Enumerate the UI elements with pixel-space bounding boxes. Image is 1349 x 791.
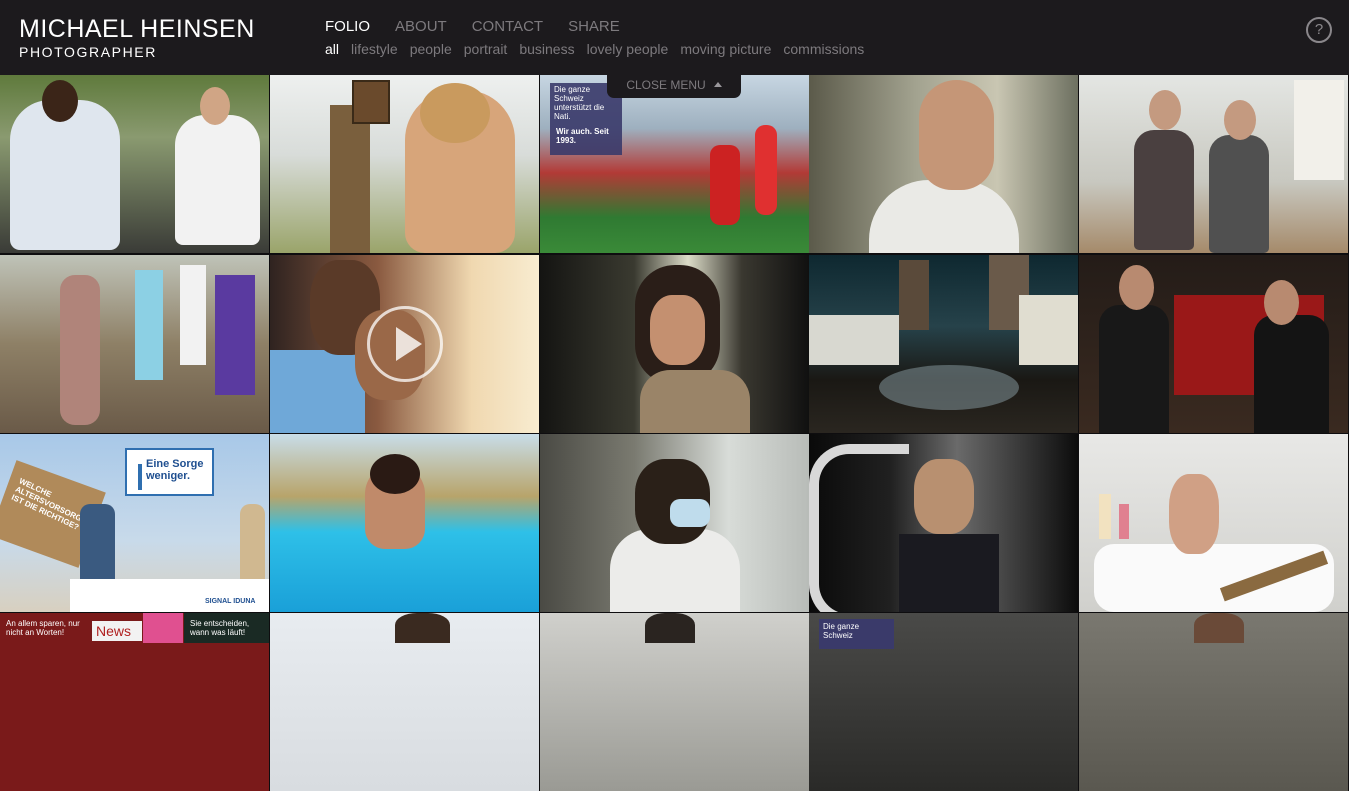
help-icon[interactable]: ? — [1306, 17, 1332, 43]
brand-subtitle: PHOTOGRAPHER — [19, 44, 157, 60]
category-people[interactable]: people — [410, 41, 452, 57]
photo-tile-news-ad[interactable]: An allem sparen, nur nicht an Worten! Ne… — [0, 613, 269, 791]
photo-tile-row4-2[interactable] — [270, 613, 539, 791]
photo-tile-laundry[interactable] — [0, 255, 269, 433]
category-nav: all lifestyle people portrait business l… — [325, 41, 876, 57]
category-business[interactable]: business — [519, 41, 574, 57]
chevron-up-icon — [713, 82, 722, 87]
ad-text-schweiz: Die ganze Schweiz unterstützt die Nati. — [554, 85, 605, 121]
category-lifestyle[interactable]: lifestyle — [351, 41, 398, 57]
video-tile-couple[interactable] — [270, 255, 539, 433]
photo-tile-men-eating[interactable] — [0, 75, 269, 253]
photo-tile-bald-man[interactable] — [809, 75, 1078, 253]
ad-brand: SIGNAL IDUNA — [205, 598, 256, 605]
nav-share[interactable]: SHARE — [568, 18, 620, 35]
photo-tile-bathtub[interactable] — [1079, 434, 1348, 612]
main-nav: FOLIO ABOUT CONTACT SHARE — [325, 18, 645, 35]
ad-text-entscheiden: Sie entscheiden, wann was läuft! — [190, 619, 250, 637]
photo-tile-row4-3[interactable] — [540, 613, 809, 791]
category-moving-picture[interactable]: moving picture — [680, 41, 771, 57]
close-menu-button[interactable]: CLOSE MENU — [607, 75, 741, 98]
top-navigation-bar: MICHAEL HEINSEN PHOTOGRAPHER FOLIO ABOUT… — [0, 0, 1349, 75]
photo-tile-row4-4[interactable]: Die ganze Schweiz — [809, 613, 1078, 791]
category-all[interactable]: all — [325, 41, 339, 57]
photo-tile-two-men-office[interactable] — [1079, 75, 1348, 253]
photo-tile-red-carpet[interactable] — [1079, 255, 1348, 433]
brand-name: MICHAEL HEINSEN — [19, 15, 255, 43]
ad-text-seit: Wir auch. Seit 1993. — [556, 127, 609, 145]
nav-folio[interactable]: FOLIO — [325, 18, 370, 35]
photo-tile-woman-phone[interactable] — [540, 255, 809, 433]
photo-tile-night-courtyard[interactable] — [809, 255, 1078, 433]
ad-text-schweiz-2: Die ganze Schweiz — [823, 622, 860, 640]
close-menu-label: CLOSE MENU — [626, 78, 706, 92]
photo-tile-stadium[interactable]: Die ganze Schweiz unterstützt die Nati. … — [540, 75, 809, 253]
photo-tile-insurance-ad[interactable]: Eine Sorge weniger. WELCHE ALTERSVORSORG… — [0, 434, 269, 612]
category-commissions[interactable]: commissions — [783, 41, 864, 57]
category-lovely-people[interactable]: lovely people — [587, 41, 669, 57]
ad-text-sparen: An allem sparen, nur nicht an Worten! — [6, 619, 80, 637]
photo-tile-woman-smoking[interactable] — [270, 75, 539, 253]
photo-tile-car-man[interactable] — [809, 434, 1078, 612]
photo-tile-pool[interactable] — [270, 434, 539, 612]
ad-title: Eine Sorge weniger. — [146, 458, 204, 482]
ad-text-news: News — [96, 623, 132, 639]
nav-contact[interactable]: CONTACT — [472, 18, 543, 35]
nav-about[interactable]: ABOUT — [395, 18, 447, 35]
photo-tile-train-mask[interactable] — [540, 434, 809, 612]
photo-tile-row4-5[interactable] — [1079, 613, 1348, 791]
category-portrait[interactable]: portrait — [464, 41, 508, 57]
brand-logo[interactable]: MICHAEL HEINSEN PHOTOGRAPHER — [19, 15, 255, 60]
play-icon[interactable] — [367, 306, 443, 382]
